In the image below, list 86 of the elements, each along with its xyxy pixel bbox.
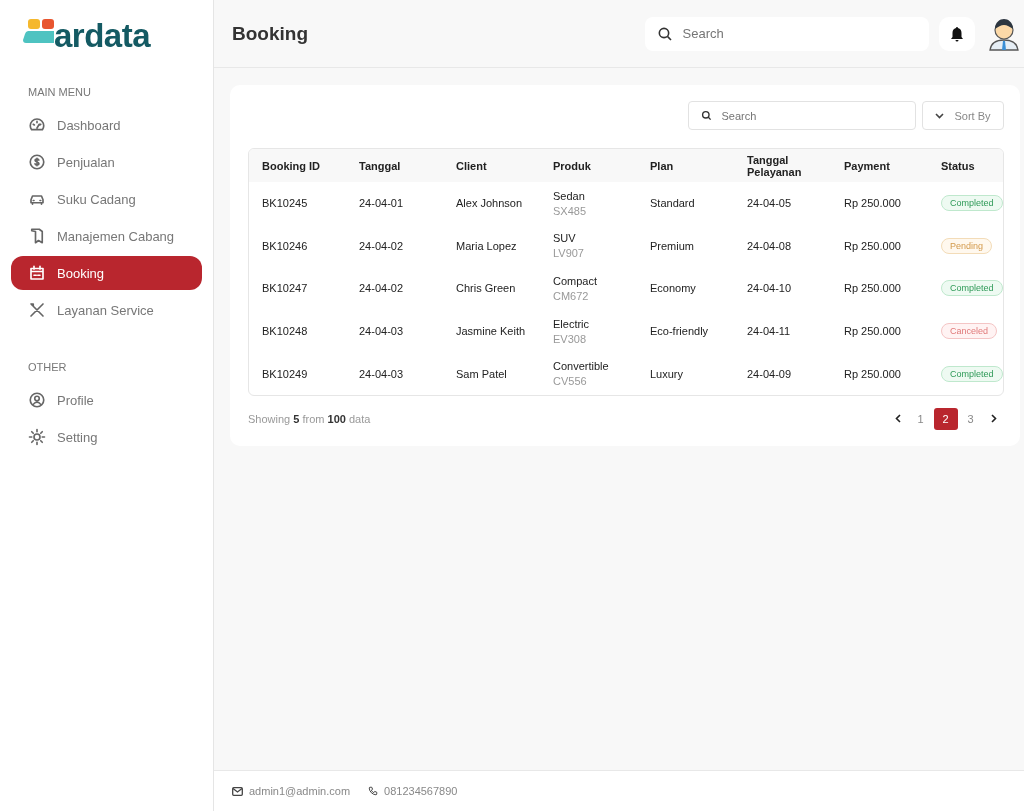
- results-summary: Showing 5 from 100 data: [248, 412, 371, 425]
- page-button[interactable]: 3: [960, 407, 981, 430]
- table-cell-text: Sam Patel: [456, 367, 508, 380]
- table-cell-text: 24-04-02: [359, 282, 405, 295]
- sidebar-item[interactable]: Layanan Service: [11, 293, 202, 327]
- table-cell-text: Luxury: [650, 367, 685, 380]
- search-field[interactable]: Search: [688, 101, 917, 130]
- notification-button[interactable]: [938, 16, 975, 51]
- table-cell-text: 24-04-02: [359, 239, 405, 252]
- section-title: OTHER: [27, 361, 68, 373]
- sidebar-item[interactable]: Dashboard: [11, 108, 202, 142]
- chevron-left-icon: [894, 414, 901, 424]
- product-name: Sedan: [553, 189, 586, 202]
- mail-icon: [232, 786, 243, 796]
- table-cell-text: BK10245: [262, 197, 309, 210]
- table-cell-text: 24-04-11: [747, 325, 792, 338]
- table-cell-text: Premium: [650, 239, 695, 252]
- table-cell-text: 24-04-01: [359, 197, 405, 210]
- calendar-icon: [28, 264, 46, 282]
- product-name: Convertible: [553, 360, 610, 373]
- search-icon: [701, 110, 713, 121]
- table-cell-text: Standard: [650, 197, 696, 210]
- sidebar-item[interactable]: Profile: [11, 383, 202, 417]
- table-cell-text: Rp 250.000: [844, 282, 902, 295]
- column-header: Tanggal: [359, 159, 402, 172]
- product-code: LV907: [553, 247, 585, 260]
- table-cell-text: Eco-friendly: [650, 325, 710, 338]
- sidebar-item[interactable]: Setting: [11, 420, 202, 454]
- product-name: Compact: [553, 275, 599, 287]
- column-header: Plan: [650, 159, 675, 172]
- table-cell-text: BK10247: [262, 282, 309, 295]
- page-button[interactable]: 1: [910, 407, 931, 430]
- table-cell-text: Rp 250.000: [844, 239, 902, 252]
- status-badge: Completed: [941, 365, 1003, 382]
- table-cell-text: Economy: [650, 282, 697, 295]
- table-cell-text: Rp 250.000: [844, 197, 902, 210]
- bell-icon: [949, 25, 964, 42]
- search-field[interactable]: Search: [644, 16, 929, 51]
- column-header: Tanggal Pelayanan: [747, 153, 803, 178]
- status-badge: Completed: [941, 195, 1003, 212]
- status-badge: Canceled: [941, 323, 998, 340]
- table-cell-text: Rp 250.000: [844, 367, 902, 380]
- logo-text: ardata: [54, 19, 151, 52]
- table-cell-text: Rp 250.000: [844, 325, 902, 338]
- chevron-down-icon: [935, 112, 945, 119]
- product-name: SUV: [553, 232, 577, 245]
- search-icon: [656, 25, 673, 42]
- table-cell-text: Maria Lopez: [456, 239, 518, 252]
- chevron-right-icon: [990, 414, 997, 424]
- dollar-icon: [28, 153, 46, 171]
- section-title: MAIN MENU: [27, 86, 92, 98]
- sidebar-item[interactable]: Manajemen Cabang: [11, 219, 202, 253]
- table-cell-text: 24-04-10: [747, 282, 793, 295]
- table-cell-text: Chris Green: [456, 282, 517, 295]
- sidebar-item[interactable]: Booking: [11, 256, 202, 290]
- page-button[interactable]: 2: [933, 407, 958, 430]
- sort-button[interactable]: Sort By: [922, 101, 1004, 130]
- product-code: CM672: [553, 290, 590, 302]
- column-header: Payment: [844, 159, 891, 172]
- product-code: EV308: [553, 332, 588, 345]
- phone-text: 081234567890: [384, 785, 458, 797]
- table-cell-text: Alex Johnson: [456, 197, 524, 210]
- page-title: Booking: [232, 22, 309, 45]
- product-code: CV556: [553, 375, 588, 388]
- status-badge: Pending: [941, 237, 993, 254]
- table-cell-text: Jasmine Keith: [456, 325, 527, 338]
- table-cell-text: BK10248: [262, 325, 309, 338]
- column-header: Client: [456, 159, 488, 172]
- sidebar-item[interactable]: Suku Cadang: [11, 182, 202, 216]
- status-badge: Completed: [941, 280, 1003, 297]
- table-cell-text: 24-04-09: [747, 367, 793, 380]
- phone-icon: [368, 786, 379, 796]
- product-name: Electric: [553, 317, 591, 330]
- column-header: Produk: [553, 159, 592, 172]
- table-cell-text: 24-04-03: [359, 325, 405, 338]
- user-icon: [28, 391, 46, 409]
- table-cell-text: 24-04-05: [747, 197, 793, 210]
- table-cell-text: BK10249: [262, 367, 309, 380]
- column-header: Booking ID: [262, 159, 322, 172]
- table-cell-text: BK10246: [262, 239, 309, 252]
- email-text: admin1@admin.com: [249, 785, 351, 797]
- table-cell-text: 24-04-08: [747, 239, 793, 252]
- product-code: SX485: [553, 204, 588, 217]
- column-header: Status: [941, 159, 976, 172]
- table-cell-text: 24-04-03: [359, 367, 405, 380]
- sidebar-item[interactable]: Penjualan: [11, 145, 202, 179]
